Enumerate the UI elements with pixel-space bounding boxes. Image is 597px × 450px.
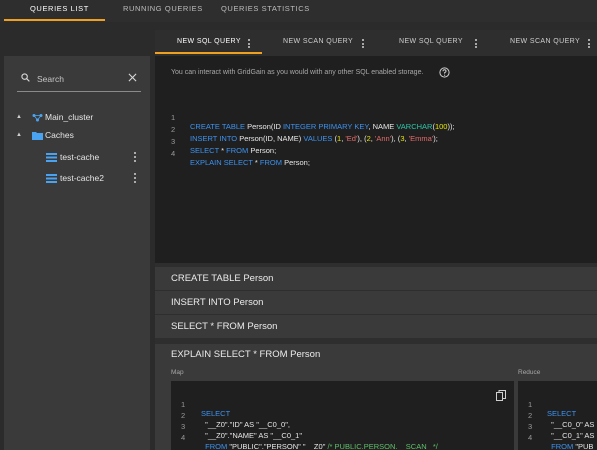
tab-queries-list[interactable]: QUERIES LIST — [30, 4, 89, 13]
code-line: 3 SELECT * FROM Person; — [155, 128, 276, 155]
tree-item-cache[interactable]: test-cache2 — [4, 171, 150, 187]
code-text: CREATE TABLE Person(ID INTEGER PRIMARY K… — [190, 122, 455, 131]
cluster-label: Main_cluster — [45, 112, 94, 122]
line-number: 4 — [181, 433, 186, 442]
result-row[interactable]: INSERT INTO Person — [155, 291, 597, 314]
map-label: Map — [171, 369, 184, 376]
more-vert-icon[interactable] — [475, 39, 478, 49]
more-vert-icon[interactable] — [362, 39, 365, 49]
tree-item-caches[interactable]: ▲ Caches — [4, 128, 150, 144]
cache-table-icon — [46, 174, 57, 183]
result-title: CREATE TABLE Person — [171, 273, 274, 284]
line-number: 4 — [528, 433, 533, 442]
code-line: 4 EXPLAIN SELECT * FROM Person; — [155, 140, 310, 167]
close-icon[interactable] — [128, 73, 137, 82]
cache-label: test-cache2 — [60, 173, 104, 183]
more-vert-icon[interactable] — [133, 173, 137, 184]
code-line: 2 INSERT INTO Person(ID, NAME) VALUES (1… — [155, 116, 438, 143]
code-text: SELECT — [201, 409, 231, 418]
tab-queries-statistics[interactable]: QUERIES STATISTICS — [221, 4, 310, 13]
reduce-label: Reduce — [518, 369, 541, 376]
tab-new-scan-query[interactable]: NEW SCAN QUERY — [510, 38, 580, 45]
code-line: 4 FROM "PUB — [518, 424, 593, 450]
result-row[interactable]: CREATE TABLE Person — [155, 267, 597, 290]
cluster-icon — [32, 114, 43, 122]
explain-result: EXPLAIN SELECT * FROM Person Map Reduce … — [155, 344, 597, 450]
code-text: INSERT INTO Person(ID, NAME) VALUES (1, … — [190, 134, 438, 143]
result-title: INSERT INTO Person — [171, 297, 264, 308]
result-title: SELECT * FROM Person — [171, 321, 278, 332]
more-vert-icon[interactable] — [248, 39, 251, 49]
editor-hint: You can interact with GridGain as you wo… — [171, 69, 424, 76]
code-text: "__Z0"."ID" AS "__C0_0", — [201, 420, 290, 429]
result-row[interactable]: SELECT * FROM Person — [155, 315, 597, 338]
more-vert-icon[interactable] — [588, 39, 591, 49]
line-number: 4 — [171, 149, 176, 158]
code-text: "__Z0"."NAME" AS "__C0_1" — [201, 431, 303, 440]
tab-running-queries[interactable]: RUNNING QUERIES — [123, 4, 203, 13]
query-tab-bar: NEW SQL QUERY NEW SCAN QUERY NEW SQL QUE… — [155, 30, 597, 54]
explain-title: EXPLAIN SELECT * FROM Person — [171, 349, 321, 360]
folder-icon — [32, 132, 43, 140]
search-input[interactable] — [37, 71, 123, 87]
code-text: FROM "PUB — [551, 442, 594, 450]
code-text: "__C0_1" AS — [547, 431, 595, 440]
code-text: FROM "PUBLIC"."PERSON" "__Z0" /* PUBLIC.… — [205, 442, 438, 450]
code-text: SELECT — [547, 409, 577, 418]
code-text: EXPLAIN SELECT * FROM Person; — [190, 158, 310, 167]
copy-icon[interactable] — [496, 390, 506, 401]
caret-up-icon[interactable]: ▲ — [16, 114, 22, 120]
tab-new-sql-query[interactable]: NEW SQL QUERY — [177, 38, 241, 45]
results-panel: CREATE TABLE Person INSERT INTO Person S… — [155, 267, 597, 450]
cache-table-icon — [46, 153, 57, 162]
caret-up-icon[interactable]: ▲ — [16, 132, 22, 138]
top-tab-bar: QUERIES LIST RUNNING QUERIES QUERIES STA… — [0, 0, 597, 22]
search-icon — [21, 73, 30, 82]
code-text: SELECT * FROM Person; — [190, 146, 277, 155]
map-plan-editor[interactable]: 1 SELECT 2 "__Z0"."ID" AS "__C0_0", 3 "_… — [171, 381, 514, 450]
query-workspace: NEW SQL QUERY NEW SCAN QUERY NEW SQL QUE… — [155, 30, 597, 450]
tree-item-cache[interactable]: test-cache — [4, 150, 150, 166]
tree-item-cluster[interactable]: ▲ Main_cluster — [4, 110, 150, 126]
active-query-tab-indicator — [155, 52, 262, 54]
code-text: "__C0_0" AS — [547, 420, 595, 429]
tab-new-sql-query[interactable]: NEW SQL QUERY — [399, 38, 463, 45]
search-box — [17, 68, 141, 92]
more-vert-icon[interactable] — [133, 152, 137, 163]
tab-new-scan-query[interactable]: NEW SCAN QUERY — [283, 38, 353, 45]
line-number: 3 — [171, 137, 176, 146]
active-tab-indicator — [4, 19, 105, 21]
reduce-plan-editor[interactable]: 1 SELECT 2 "__C0_0" AS 3 "__C0_1" AS 4 F… — [518, 381, 597, 450]
cache-label: test-cache — [60, 152, 100, 162]
sql-editor[interactable]: You can interact with GridGain as you wo… — [155, 56, 597, 263]
code-line: 4 FROM "PUBLIC"."PERSON" "__Z0" /* PUBLI… — [171, 424, 438, 450]
line-number: 1 — [171, 113, 176, 122]
cache-sidebar: ▲ Main_cluster ▲ Caches test-cache — [4, 56, 150, 450]
help-icon[interactable] — [439, 67, 450, 78]
code-line: 1 CREATE TABLE Person(ID INTEGER PRIMARY… — [155, 104, 455, 131]
line-number: 2 — [171, 125, 176, 134]
caches-folder-label: Caches — [45, 130, 74, 140]
